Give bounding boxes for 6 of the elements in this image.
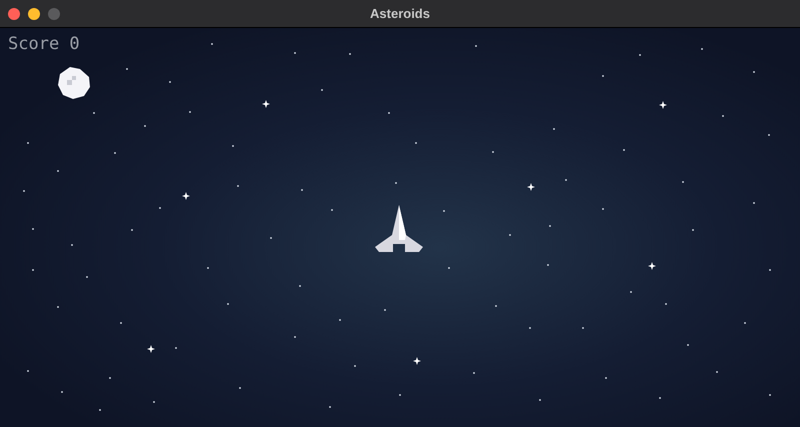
spaceship-icon: [375, 205, 423, 252]
asteroid-icon: [58, 67, 90, 99]
window-title: Asteroids: [370, 4, 430, 23]
minimize-window-button[interactable]: [28, 8, 40, 20]
close-window-button[interactable]: [8, 8, 20, 20]
score-text: Score 0: [8, 36, 80, 53]
